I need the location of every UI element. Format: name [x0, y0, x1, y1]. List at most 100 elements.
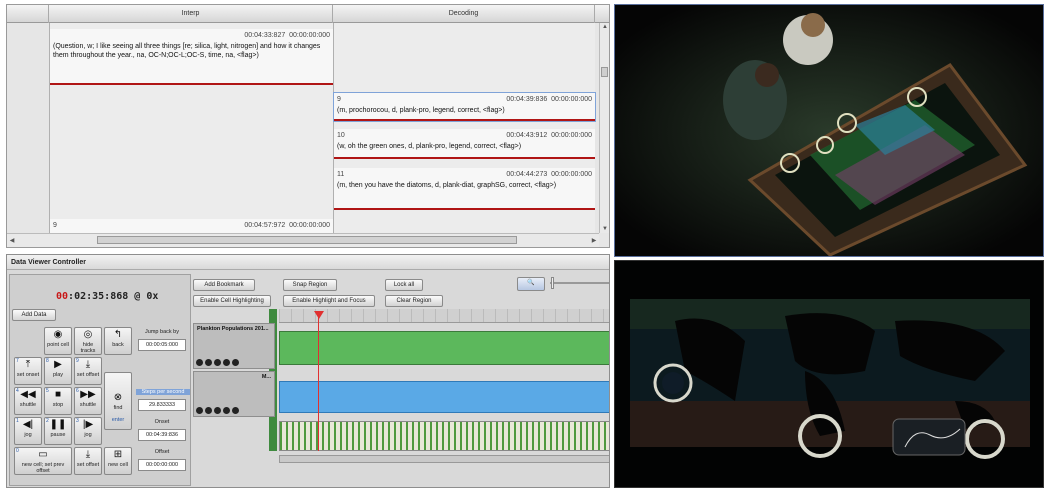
overhead-camera-video[interactable]: [614, 4, 1044, 257]
jog-forward-button[interactable]: 3 |▶ jog: [74, 417, 102, 445]
play-button[interactable]: 8 ▶ play: [44, 357, 72, 385]
timeline-scrollbar[interactable]: [279, 455, 609, 463]
steps-per-second-label: Steps per second: [136, 389, 190, 395]
pause-button[interactable]: 2 ❚❚ pause: [44, 417, 72, 445]
find-icon: ⊗: [113, 392, 123, 403]
track-label-plankton[interactable]: Plankton Populations 201...: [193, 323, 275, 369]
playback-panel: 00:02:35:868 @ 0x Add Data ◉ point cell ◎…: [9, 274, 191, 486]
vertical-scrollbar[interactable]: ▲ ▼: [599, 23, 609, 233]
new-cell-icon: ▭: [38, 449, 48, 460]
scroll-left-icon[interactable]: ◀: [8, 237, 16, 245]
set-offset-button-2[interactable]: ⤓ set offset: [74, 447, 102, 475]
speaker-icon[interactable]: [214, 359, 221, 366]
clear-region-button[interactable]: Clear Region: [385, 295, 443, 307]
scroll-thumb[interactable]: [601, 67, 608, 77]
enable-cell-highlighting-button[interactable]: Enable Cell Highlighting: [193, 295, 271, 307]
track-controls: [196, 407, 239, 414]
track-bar-cells[interactable]: [279, 421, 609, 451]
offset-field[interactable]: 00:00:00:000: [138, 459, 186, 471]
eye-icon[interactable]: [205, 407, 212, 414]
set-offset-button[interactable]: 9 ⤓ set offset: [74, 357, 102, 385]
eye-icon: ◎: [83, 329, 93, 340]
data-viewer-controller: Data Viewer Controller 00:02:35:868 @ 0x…: [6, 254, 610, 488]
new-cell-button[interactable]: ⊞ new cell: [104, 447, 132, 475]
zoom-slider-track[interactable]: [550, 282, 609, 284]
playhead-line: [318, 317, 319, 451]
cell-index: 10: [337, 132, 345, 139]
cell-offset: 00:00:00:000: [289, 32, 330, 39]
timeline-ruler[interactable]: [279, 309, 609, 323]
map-screen-video[interactable]: [614, 260, 1044, 488]
decoding-cell[interactable]: 9 00:04:39:836 00:00:00:000 (m, prochoroc…: [333, 92, 596, 122]
eye-icon[interactable]: [205, 359, 212, 366]
cell-onset: 00:04:44:273: [506, 171, 548, 178]
tracks-area: Plankton Populations 201... M...: [193, 309, 609, 487]
horizontal-scrollbar[interactable]: ◀ ▶: [7, 233, 599, 247]
timecode-display: 00:02:35:868 @ 0x: [56, 291, 158, 302]
lock-icon[interactable]: [196, 359, 203, 366]
back-button[interactable]: ↰ back: [104, 327, 132, 355]
cell-offset: 00:00:00:000: [551, 96, 592, 103]
add-data-button[interactable]: Add Data: [12, 309, 56, 321]
steps-per-second-field[interactable]: 29.833333: [138, 399, 186, 411]
onset-label: Onset: [154, 419, 170, 425]
cell-onset: 00:04:39:836: [506, 96, 548, 103]
shuttle-forward-button[interactable]: 6 ▶▶ shuttle: [74, 387, 102, 415]
stop-button[interactable]: 5 ■ stop: [44, 387, 72, 415]
lock-icon[interactable]: [196, 407, 203, 414]
cell-text: (m, then you have the diatoms, d, plank-…: [337, 181, 557, 189]
cell-offset: 00:00:00:000: [289, 222, 330, 229]
search-icon[interactable]: [223, 359, 230, 366]
jump-back-label: Jump back by: [145, 329, 179, 335]
scroll-up-icon[interactable]: ▲: [601, 23, 609, 31]
shuttle-back-button[interactable]: 4 ◀◀ shuttle: [14, 387, 42, 415]
search-icon[interactable]: [223, 407, 230, 414]
cell-offset: 00:00:00:000: [551, 171, 592, 178]
offset-label: Offset: [154, 449, 170, 455]
cell-text: (m, prochorocou, d, plank-pro, legend, c…: [337, 106, 505, 114]
track-bar-plankton[interactable]: [279, 331, 609, 365]
track-name: M...: [261, 374, 271, 380]
lock-all-button[interactable]: Lock all: [385, 279, 423, 291]
legend-panel: [892, 418, 966, 456]
onset-field[interactable]: 00:04:39:836: [138, 429, 186, 441]
track-controls: [196, 359, 239, 366]
timecode-hours: 00: [56, 291, 69, 302]
zoom-slider-thumb[interactable]: [551, 277, 554, 289]
scroll-thumb[interactable]: [97, 236, 517, 244]
settings-icon[interactable]: [232, 407, 239, 414]
column-header-interp[interactable]: Interp: [49, 5, 333, 23]
timecode-rest: :02:35:868 @ 0x: [68, 291, 159, 302]
spreadsheet-header: Interp Decoding: [7, 5, 609, 23]
ocean-map: [615, 261, 1043, 487]
track-bar-media[interactable]: [279, 381, 609, 413]
track-name: Plankton Populations 201...: [197, 326, 269, 332]
decoding-cell[interactable]: 11 00:04:44:273 00:00:00:000 (m, then you…: [334, 168, 595, 210]
enable-highlight-focus-button[interactable]: Enable Highlight and Focus: [283, 295, 375, 307]
column-header-decoding[interactable]: Decoding: [333, 5, 595, 23]
camera-frame: [615, 5, 1043, 256]
set-onset-button[interactable]: 7 ⤒ set onset: [14, 357, 42, 385]
zoom-button[interactable]: 🔍: [517, 277, 545, 291]
snap-region-button[interactable]: Snap Region: [283, 279, 337, 291]
scroll-right-icon[interactable]: ▶: [590, 237, 598, 245]
cell-text: (w, oh the green ones, d, plank-pro, leg…: [337, 142, 522, 150]
playhead-icon[interactable]: [314, 311, 324, 319]
interp-cell[interactable]: 00:04:33:827 00:00:00:000 (Question, w; …: [50, 29, 333, 85]
decoding-cell[interactable]: 10 00:04:43:912 00:00:00:000 (w, oh the g…: [334, 129, 595, 159]
cell-onset: 00:04:57:972: [244, 222, 286, 229]
hide-tracks-button[interactable]: ◎ hide tracks: [74, 327, 102, 355]
point-cell-icon: ◉: [53, 329, 63, 340]
new-cell-icon: ⊞: [113, 449, 123, 460]
scroll-down-icon[interactable]: ▼: [601, 225, 609, 233]
speaker-icon[interactable]: [214, 407, 221, 414]
point-cell-button[interactable]: ◉ point cell: [44, 327, 72, 355]
cell-onset: 00:04:33:827: [244, 32, 286, 39]
track-label-media[interactable]: M...: [193, 371, 275, 417]
new-cell-prev-offset-button[interactable]: 0 ▭ new cell; set prev offset: [14, 447, 72, 475]
cell-offset: 00:00:00:000: [551, 132, 592, 139]
jog-back-button[interactable]: 1 ◀| jog: [14, 417, 42, 445]
settings-icon[interactable]: [232, 359, 239, 366]
add-bookmark-button[interactable]: Add Bookmark: [193, 279, 255, 291]
jump-back-field[interactable]: 00:00:05:000: [138, 339, 186, 351]
